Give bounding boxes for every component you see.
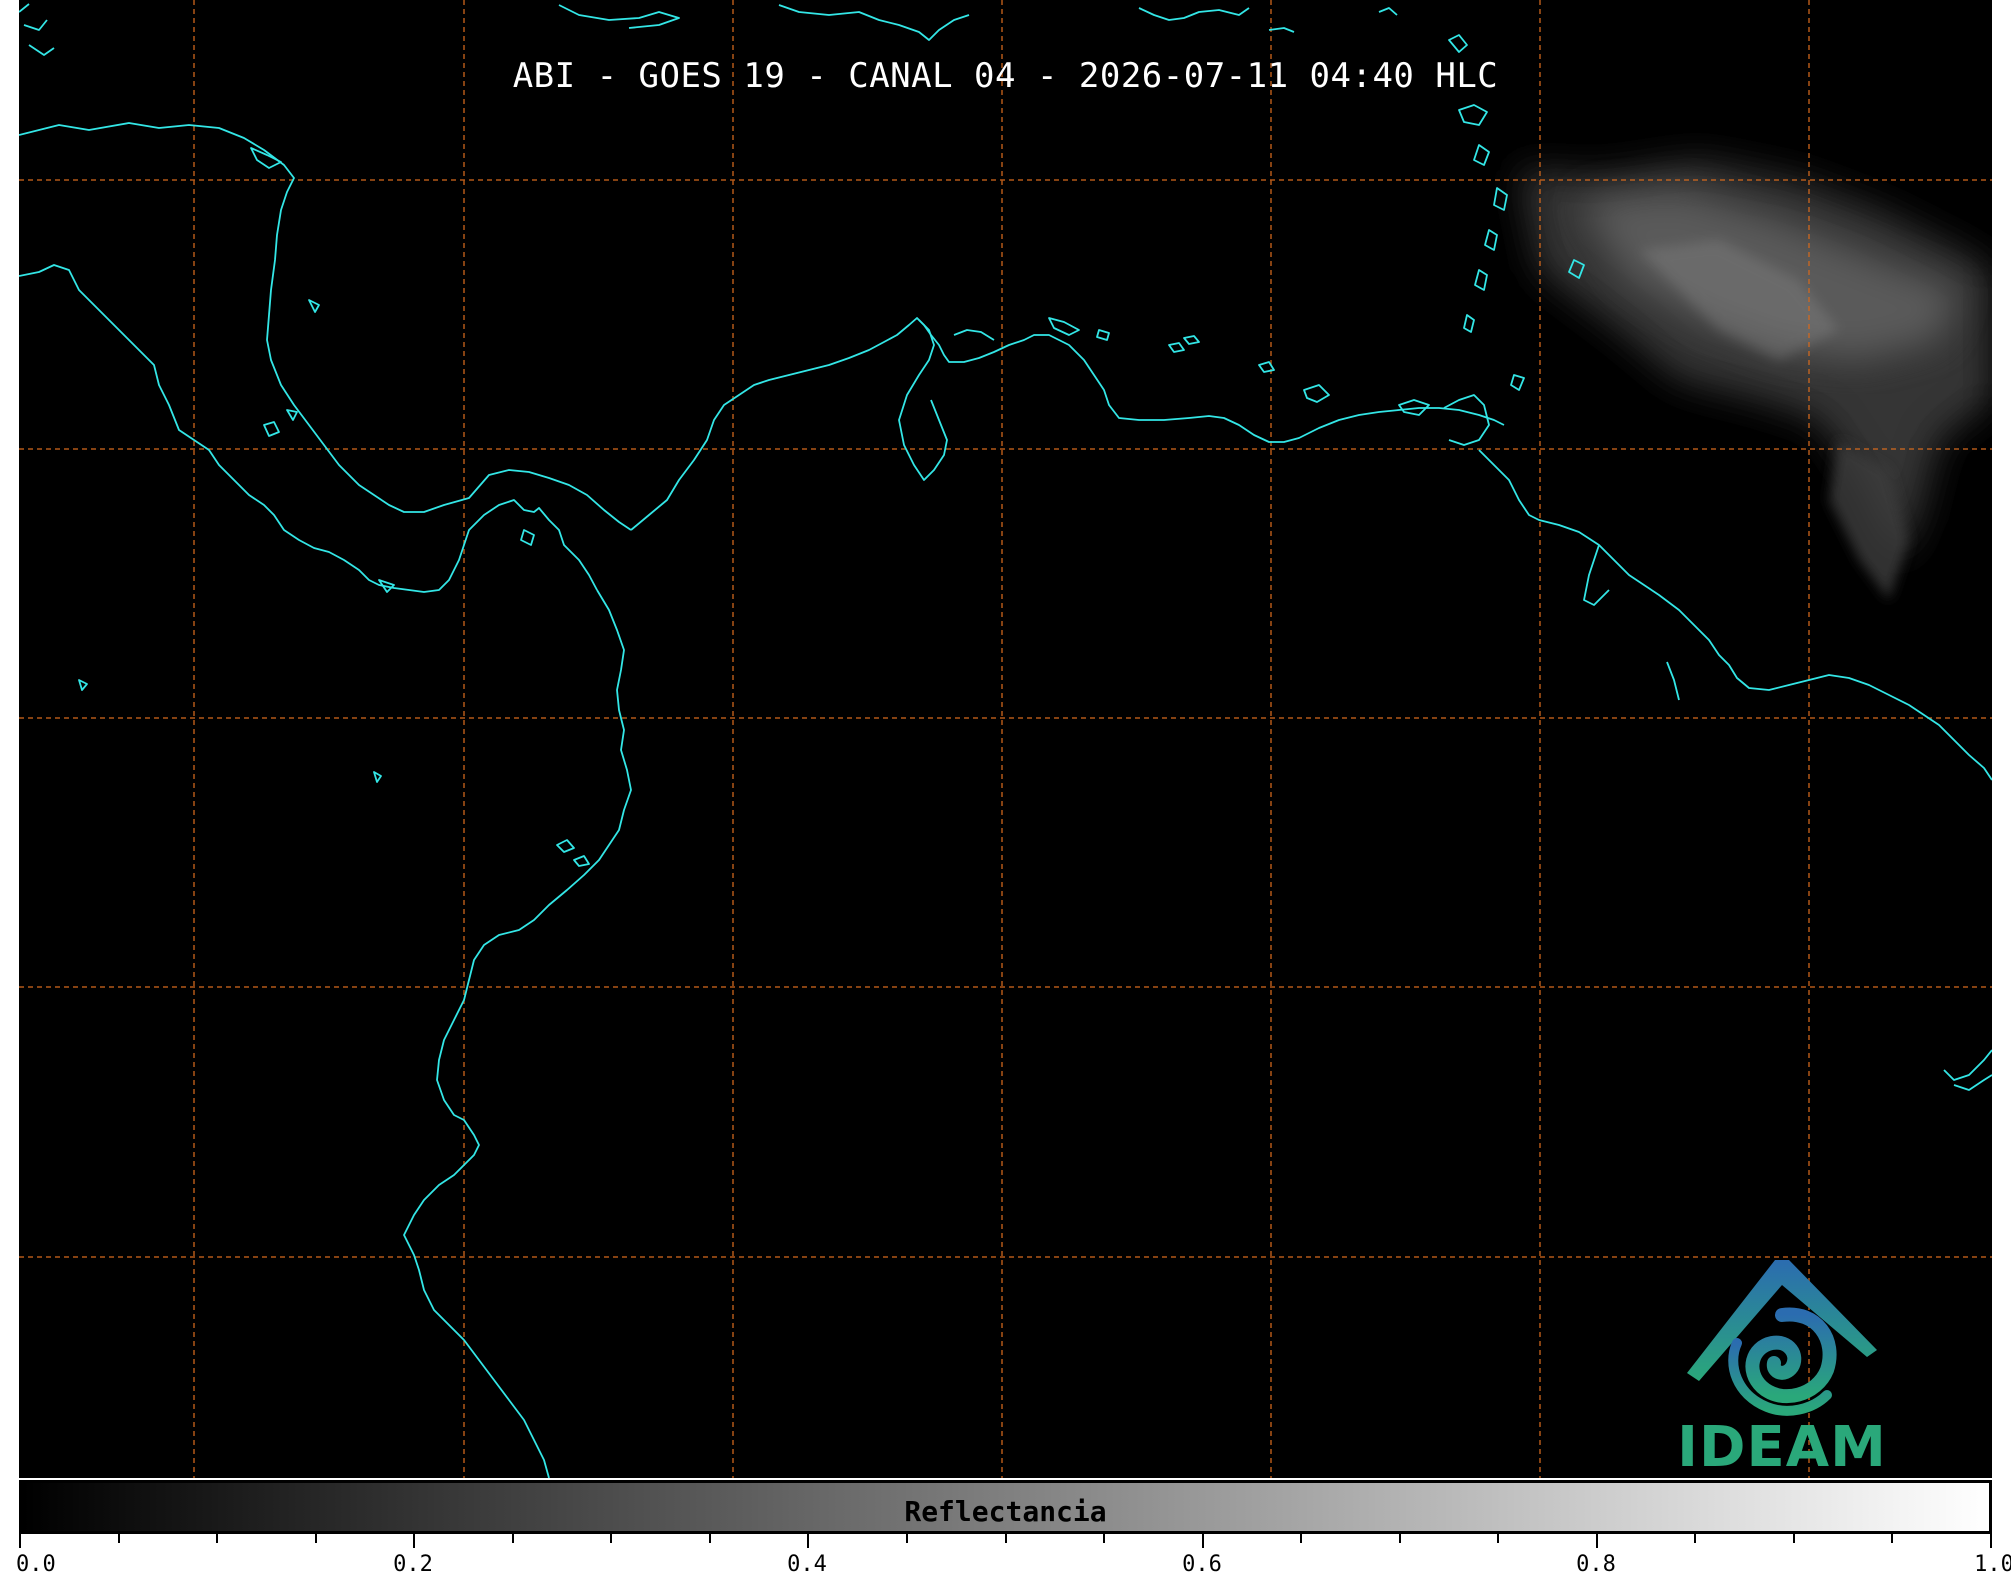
colorbar-label: Reflectancia bbox=[904, 1495, 1107, 1528]
coastline-central-america-pacific bbox=[19, 264, 598, 593]
coastline-mexico bbox=[19, 122, 632, 531]
colorbar-minor-tick bbox=[1497, 1534, 1499, 1543]
colorbar-minor-tick bbox=[1399, 1534, 1401, 1543]
colorbar-tick-label: 1.0 bbox=[1974, 1552, 2011, 1577]
coastline-caribbean bbox=[630, 317, 1505, 531]
colorbar-minor-tick bbox=[1300, 1534, 1302, 1543]
colorbar-tick-label: 0.0 bbox=[16, 1552, 56, 1577]
colorbar-minor-tick bbox=[315, 1534, 317, 1543]
colorbar-major-tick bbox=[19, 1534, 21, 1548]
colorbar-tick-label: 0.8 bbox=[1576, 1552, 1616, 1577]
colorbar-minor-tick bbox=[118, 1534, 120, 1543]
colorbar-minor-tick bbox=[1103, 1534, 1105, 1543]
map-title: ABI - GOES 19 - CANAL 04 - 2026-07-11 04… bbox=[512, 56, 1499, 96]
colorbar-tick-label: 0.6 bbox=[1182, 1552, 1222, 1577]
colorbar-tick-label: 0.4 bbox=[787, 1552, 827, 1577]
colorbar-major-tick bbox=[1202, 1534, 1204, 1548]
colorbar-major-tick bbox=[1596, 1534, 1598, 1548]
colorbar-major-tick bbox=[413, 1534, 415, 1548]
colorbar-minor-tick bbox=[709, 1534, 711, 1543]
colorbar-minor-tick bbox=[216, 1534, 218, 1543]
ideam-logo-text: IDEAM bbox=[1677, 1415, 1887, 1478]
colorbar-minor-tick bbox=[1005, 1534, 1007, 1543]
ideam-logo: IDEAM bbox=[1667, 1255, 1897, 1478]
colorbar-minor-tick bbox=[906, 1534, 908, 1543]
colorbar-major-tick bbox=[807, 1534, 809, 1548]
colorbar: Reflectancia bbox=[19, 1480, 1992, 1534]
colorbar-minor-tick bbox=[512, 1534, 514, 1543]
colorbar-minor-tick bbox=[610, 1534, 612, 1543]
coastline-colombia-pacific bbox=[403, 589, 632, 1478]
cloud-field bbox=[1519, 160, 1992, 600]
satellite-map: ABI - GOES 19 - CANAL 04 - 2026-07-11 04… bbox=[19, 0, 1992, 1478]
colorbar-minor-tick bbox=[1793, 1534, 1795, 1543]
colorbar-tick-label: 0.2 bbox=[393, 1552, 433, 1577]
colorbar-minor-tick bbox=[1891, 1534, 1893, 1543]
ideam-emblem-icon bbox=[1687, 1260, 1877, 1416]
colorbar-minor-tick bbox=[1694, 1534, 1696, 1543]
colorbar-major-tick bbox=[1990, 1534, 1992, 1548]
colorbar-axis: 0.0 0.2 0.4 0.6 0.8 1.0 bbox=[16, 1534, 2011, 1577]
